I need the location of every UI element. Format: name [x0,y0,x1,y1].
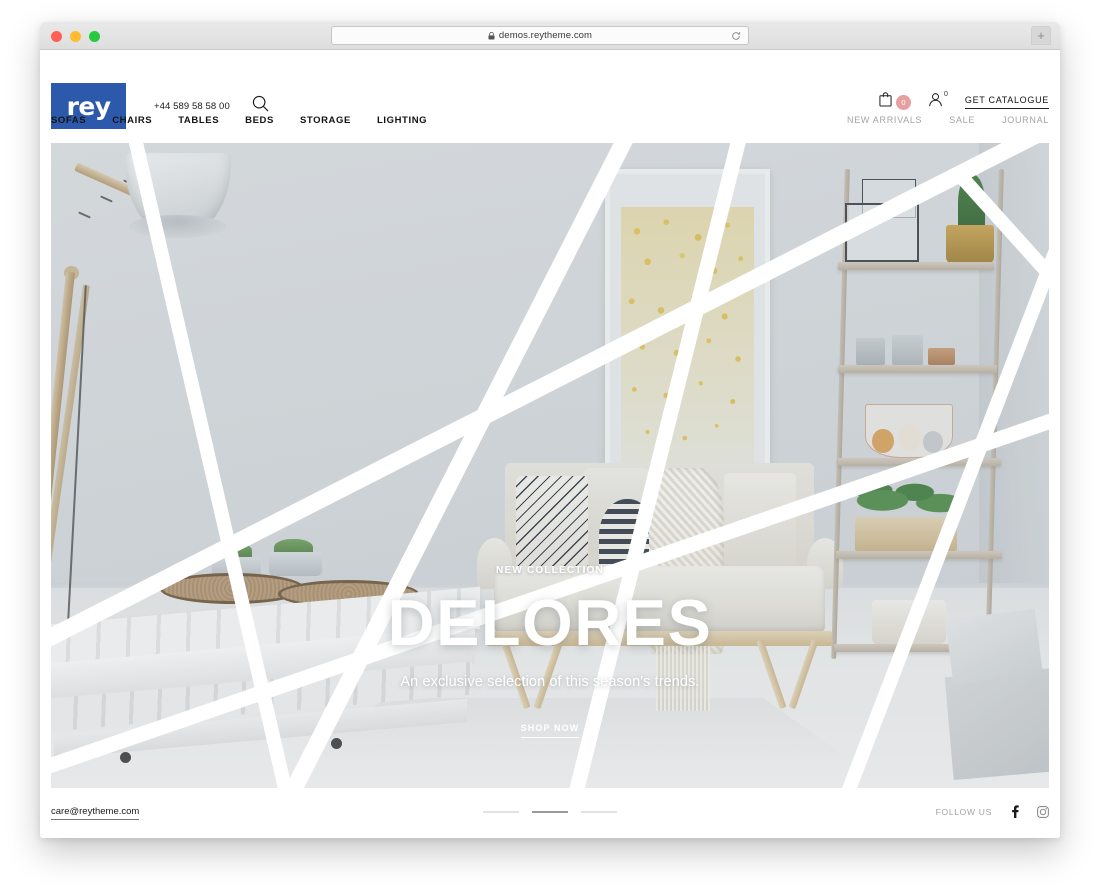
cart-button[interactable]: 0 [879,92,911,112]
slider-pagination [483,811,617,813]
nav-item-storage[interactable]: STORAGE [300,115,351,126]
url-text: demos.reytheme.com [498,30,593,41]
new-tab-button[interactable]: + [1031,26,1051,45]
site-navigation: SOFAS CHAIRS TABLES BEDS STORAGE LIGHTIN… [40,115,1060,143]
slider-dot-2[interactable] [532,811,568,813]
cart-count-badge: 0 [895,94,911,110]
site-header: rey +44 589 58 58 00 0 0 GET CATALOGUE [40,50,1060,129]
slider-dot-1[interactable] [483,811,519,813]
browser-title-bar: demos.reytheme.com + [40,22,1060,50]
address-bar[interactable]: demos.reytheme.com [331,26,749,45]
browser-window: demos.reytheme.com + rey +44 589 58 58 0… [40,22,1060,838]
slider-dot-3[interactable] [581,811,617,813]
nav-item-chairs[interactable]: CHAIRS [112,115,152,126]
follow-us-label: FOLLOW US [935,806,992,817]
secondary-nav: NEW ARRIVALS SALE JOURNAL [847,115,1049,125]
instagram-icon[interactable] [1037,805,1049,818]
nav-item-sale[interactable]: SALE [949,115,975,125]
hero-subtitle: An exclusive selection of this season's … [400,674,700,690]
account-button[interactable]: 0 [928,91,948,112]
shop-now-button[interactable]: SHOP NOW [520,723,580,738]
reload-icon[interactable] [731,31,741,41]
website-viewport: rey +44 589 58 58 00 0 0 GET CATALOGUE S… [40,50,1060,838]
contact-email-link[interactable]: care@reytheme.com [51,806,140,820]
footer-social: FOLLOW US [936,805,1049,818]
header-actions: 0 0 GET CATALOGUE [879,91,1049,112]
close-window-button[interactable] [51,31,62,42]
nav-item-sofas[interactable]: SOFAS [51,115,86,126]
traffic-lights [51,31,100,42]
lock-icon [488,31,495,40]
account-count: 0 [943,91,948,98]
hero-content: NEW COLLECTION DELORES An exclusive sele… [51,143,1049,788]
hero-title: DELORES [387,586,713,659]
nav-item-new-arrivals[interactable]: NEW ARRIVALS [847,115,922,125]
cart-icon [879,92,892,112]
hero-slider[interactable]: NEW COLLECTION DELORES An exclusive sele… [51,143,1049,788]
minimize-window-button[interactable] [70,31,81,42]
phone-number[interactable]: +44 589 58 58 00 [154,101,230,112]
site-footer: care@reytheme.com FOLLOW US [40,788,1060,838]
hero-eyebrow: NEW COLLECTION [496,565,604,576]
maximize-window-button[interactable] [89,31,100,42]
facebook-icon[interactable] [1009,805,1020,818]
get-catalogue-link[interactable]: GET CATALOGUE [964,95,1049,109]
nav-item-lighting[interactable]: LIGHTING [377,115,427,126]
nav-item-tables[interactable]: TABLES [178,115,219,126]
nav-item-beds[interactable]: BEDS [245,115,274,126]
primary-nav: SOFAS CHAIRS TABLES BEDS STORAGE LIGHTIN… [51,115,427,126]
nav-item-journal[interactable]: JOURNAL [1002,115,1049,125]
search-icon[interactable] [252,95,269,117]
account-icon [928,92,943,112]
